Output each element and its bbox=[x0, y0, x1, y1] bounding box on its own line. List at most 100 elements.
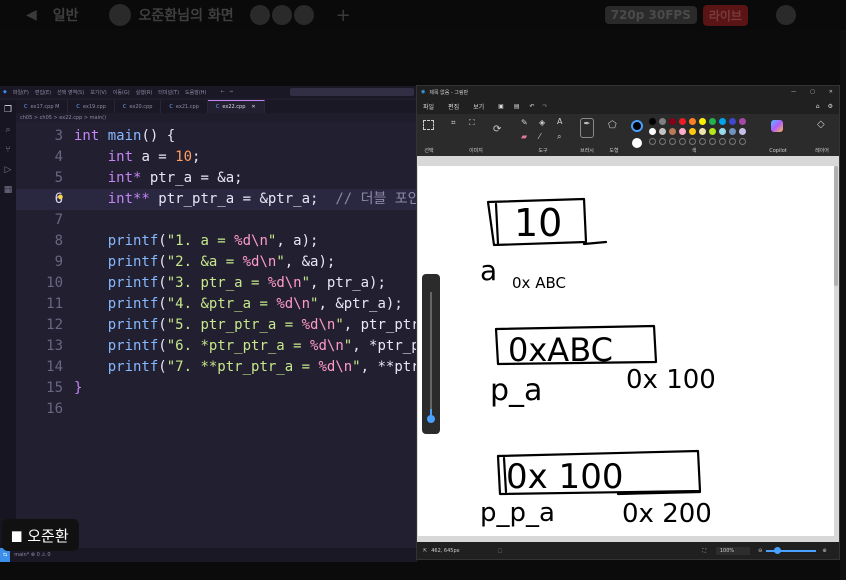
menu-view[interactable]: 보기(V) bbox=[90, 89, 107, 96]
breadcrumb[interactable]: ch05 > ch05 > ex22.cpp > main() bbox=[20, 115, 106, 121]
color-swatch[interactable] bbox=[689, 118, 696, 125]
open-icon[interactable]: ▤ bbox=[514, 103, 520, 110]
section-image[interactable]: ⌗ ⛶ ⟳ 이미지 bbox=[443, 114, 509, 156]
menu-help[interactable]: 도움말(H) bbox=[185, 89, 206, 96]
zoom-out-icon[interactable]: ⊖ bbox=[758, 548, 762, 554]
forward-arrow-icon[interactable]: → bbox=[229, 89, 233, 95]
mic-icon[interactable]: ◀ bbox=[26, 7, 37, 23]
color-swatch[interactable] bbox=[649, 128, 656, 135]
slider-thumb[interactable] bbox=[427, 415, 435, 423]
section-layers[interactable]: ◇ 레이어 bbox=[805, 114, 839, 156]
tab-ex17[interactable]: Cex17.cpp M bbox=[16, 100, 69, 113]
color-picker-icon[interactable]: ⁄ bbox=[539, 132, 540, 141]
menu-view[interactable]: 보기 bbox=[473, 102, 484, 111]
eraser-icon[interactable]: ▰ bbox=[521, 132, 527, 141]
save-icon[interactable]: ▣ bbox=[498, 103, 504, 110]
minimize-icon[interactable]: — bbox=[791, 89, 796, 95]
section-select[interactable]: 선택 bbox=[417, 114, 441, 156]
menu-edit[interactable]: 편집(E) bbox=[35, 89, 51, 96]
color-swatch[interactable] bbox=[659, 118, 666, 125]
color-swatch[interactable] bbox=[729, 118, 736, 125]
color-swatch[interactable] bbox=[699, 128, 706, 135]
color-swatch[interactable] bbox=[679, 118, 686, 125]
menu-selection[interactable]: 선택 영역(S) bbox=[57, 89, 84, 96]
lightbulb-icon[interactable]: ● bbox=[58, 186, 63, 207]
magnifier-icon[interactable]: ⌕ bbox=[557, 132, 561, 142]
close-icon[interactable]: ✕ bbox=[251, 104, 255, 110]
share-icon[interactable]: ⌂ bbox=[816, 103, 820, 110]
color-swatch[interactable] bbox=[699, 118, 706, 125]
tab-ex21[interactable]: Cex21.cpp bbox=[161, 100, 208, 113]
fill-icon[interactable]: ◈ bbox=[539, 118, 545, 127]
rotate-icon[interactable]: ⟳ bbox=[493, 124, 501, 135]
empty-color-swatch[interactable] bbox=[649, 138, 656, 145]
text-icon[interactable]: A bbox=[557, 117, 562, 126]
menu-edit[interactable]: 편집 bbox=[448, 102, 459, 111]
color-swatch[interactable] bbox=[709, 128, 716, 135]
color-swatch[interactable] bbox=[709, 118, 716, 125]
general-tab[interactable]: 일반 bbox=[53, 5, 79, 25]
section-colors[interactable]: 색 bbox=[629, 114, 759, 156]
select-icon[interactable] bbox=[423, 120, 434, 130]
empty-color-swatch[interactable] bbox=[739, 138, 746, 145]
undo-icon[interactable]: ↶ bbox=[529, 103, 534, 110]
empty-color-swatch[interactable] bbox=[719, 138, 726, 145]
color-swatch[interactable] bbox=[739, 128, 746, 135]
section-brushes[interactable]: ✒ 브러시 bbox=[575, 114, 599, 156]
source-control-icon[interactable]: ⑂ bbox=[0, 140, 16, 160]
empty-color-swatch[interactable] bbox=[699, 138, 706, 145]
vertical-scrollbar[interactable] bbox=[834, 166, 838, 286]
color-swatch[interactable] bbox=[669, 128, 676, 135]
tab-ex19[interactable]: Cex19.cpp bbox=[68, 100, 115, 113]
shapes-icon[interactable]: ⬠ bbox=[608, 120, 617, 131]
color-swatch[interactable] bbox=[689, 128, 696, 135]
drawing-canvas[interactable]: 10 a 0x ABC 0xABC p_a 0x 100 0x 100 p_p_… bbox=[418, 166, 834, 536]
close-icon[interactable]: ✕ bbox=[829, 89, 833, 95]
color-swatch[interactable] bbox=[719, 128, 726, 135]
resize-icon[interactable]: ⛶ bbox=[469, 118, 475, 128]
section-tools[interactable]: ✎ ◈ A ▰ ⁄ ⌕ 도구 bbox=[515, 114, 571, 156]
menu-go[interactable]: 이동(G) bbox=[113, 89, 130, 96]
explorer-icon[interactable]: ❐ bbox=[0, 100, 16, 120]
menu-run[interactable]: 실행(R) bbox=[136, 89, 153, 96]
tab-ex20[interactable]: Cex20.cpp bbox=[115, 100, 162, 113]
section-copilot[interactable]: Copilot bbox=[761, 114, 795, 156]
maximize-icon[interactable]: ▢ bbox=[810, 89, 815, 95]
empty-color-swatch[interactable] bbox=[679, 138, 686, 145]
color-swatch[interactable] bbox=[649, 118, 656, 125]
crop-icon[interactable]: ⌗ bbox=[451, 118, 456, 128]
zoom-thumb[interactable] bbox=[774, 546, 782, 554]
search-icon[interactable]: ⌕ bbox=[0, 120, 16, 140]
section-shapes[interactable]: ⬠ 도형 bbox=[601, 114, 627, 156]
code-editor[interactable]: 3 int main() { 4 int a = 10; 5 int* ptr_a… bbox=[16, 122, 418, 548]
fit-icon[interactable]: ⛶ bbox=[702, 548, 706, 554]
brush-size-slider[interactable] bbox=[422, 274, 440, 434]
color1-swatch[interactable] bbox=[631, 120, 643, 132]
layers-icon[interactable]: ◇ bbox=[817, 119, 825, 130]
extensions-icon[interactable]: ▦ bbox=[0, 180, 16, 200]
color-swatch[interactable] bbox=[719, 118, 726, 125]
settings-icon[interactable]: ⚙ bbox=[828, 103, 833, 110]
zoom-slider[interactable] bbox=[766, 546, 817, 554]
menu-file[interactable]: 파일(F) bbox=[13, 89, 29, 96]
command-search[interactable] bbox=[290, 88, 414, 96]
color-swatch[interactable] bbox=[729, 128, 736, 135]
empty-color-swatch[interactable] bbox=[659, 138, 666, 145]
color-swatch[interactable] bbox=[739, 118, 746, 125]
add-icon[interactable]: + bbox=[336, 5, 351, 26]
menu-file[interactable]: 파일 bbox=[423, 102, 434, 111]
copilot-icon[interactable] bbox=[771, 120, 783, 132]
empty-color-swatch[interactable] bbox=[669, 138, 676, 145]
brush-icon[interactable]: ✒ bbox=[580, 118, 594, 138]
color-swatch[interactable] bbox=[679, 128, 686, 135]
back-arrow-icon[interactable]: ← bbox=[221, 89, 225, 95]
color-swatch[interactable] bbox=[669, 118, 676, 125]
redo-icon[interactable]: ↷ bbox=[543, 103, 548, 110]
chat-icon[interactable] bbox=[775, 5, 796, 25]
run-debug-icon[interactable]: ▷ bbox=[0, 160, 16, 180]
zoom-select[interactable]: 100% bbox=[715, 546, 751, 555]
empty-color-swatch[interactable] bbox=[729, 138, 736, 145]
status-text[interactable]: main* ⊗ 0 ⚠ 0 bbox=[14, 552, 50, 558]
tab-ex22[interactable]: Cex22.cpp ✕ bbox=[207, 100, 265, 113]
empty-color-swatch[interactable] bbox=[709, 138, 716, 145]
